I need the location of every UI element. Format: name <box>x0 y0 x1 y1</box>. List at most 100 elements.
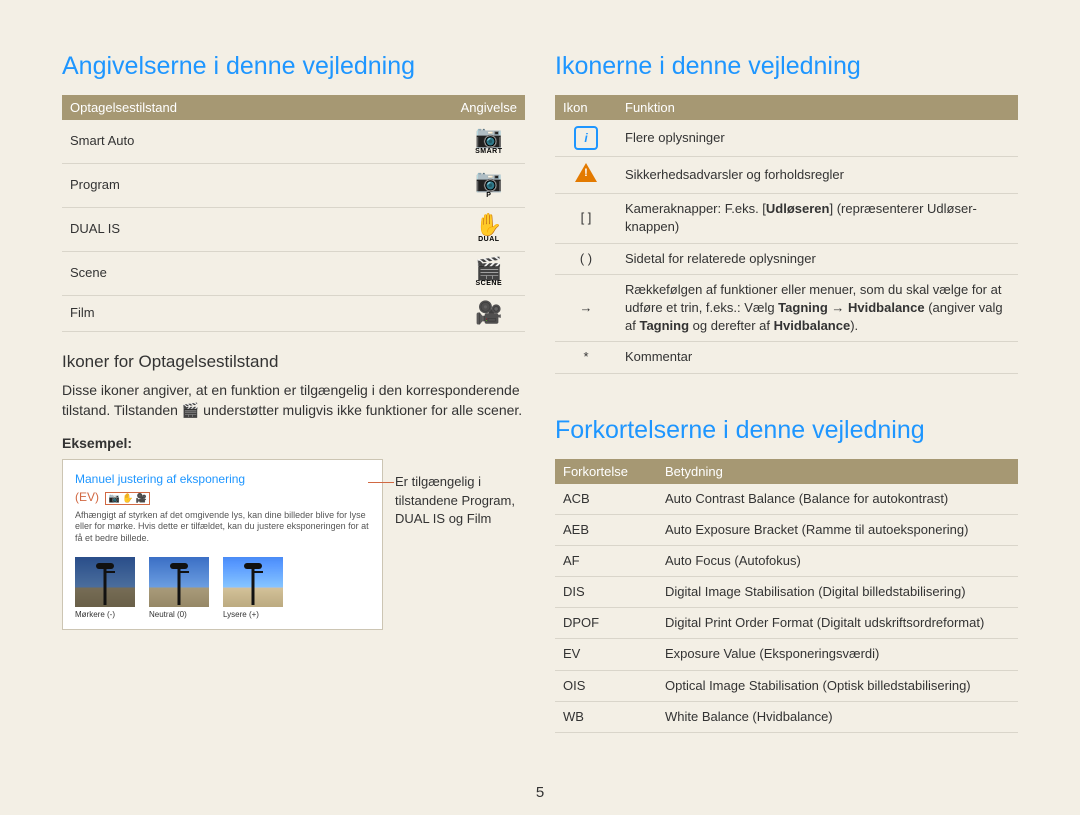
mode-icons-body: Disse ikoner angiver, at en funktion er … <box>62 380 525 421</box>
table-row: ( ) Sidetal for relaterede oplysninger <box>555 243 1018 274</box>
camera-smart-icon: 📷SMART <box>453 120 525 163</box>
abbr-short: WB <box>555 701 657 732</box>
abbr-short: EV <box>555 639 657 670</box>
warning-icon <box>575 163 597 182</box>
table-row: Smart Auto📷SMART <box>62 120 525 163</box>
mode-label: DUAL IS <box>62 207 453 251</box>
abbr-short: DIS <box>555 577 657 608</box>
example-block: Manuel justering af eksponering (EV) 📷 ✋… <box>62 459 525 630</box>
abbr-short: OIS <box>555 670 657 701</box>
film-icon: 🎥 <box>453 295 525 331</box>
function-cell: Kommentar <box>617 342 1018 373</box>
mode-label: Scene <box>62 251 453 295</box>
callout-title: Manuel justering af eksponering <box>75 472 245 486</box>
abbr-short: AF <box>555 545 657 576</box>
icon-cell: ( ) <box>555 243 617 274</box>
abbr-meaning: Exposure Value (Eksponeringsværdi) <box>657 639 1018 670</box>
callout-description: Afhængigt af styrken af det omgivende ly… <box>75 510 370 545</box>
thumbnail-image <box>223 557 283 607</box>
manual-page: Angivelserne i denne vejledning Optagels… <box>0 0 1080 815</box>
symbol-icon: * <box>583 349 588 364</box>
thumbnail-caption: Mørkere (-) <box>75 610 135 619</box>
thumbnail-caption: Lysere (+) <box>223 610 283 619</box>
function-cell: Sikkerhedsadvarsler og forholdsregler <box>617 157 1018 194</box>
icon-cell: * <box>555 342 617 373</box>
table-row: DUAL IS✋DUAL <box>62 207 525 251</box>
table-row: Program📷P <box>62 163 525 207</box>
left-column: Angivelserne i denne vejledning Optagels… <box>62 52 525 733</box>
abbr-short: ACB <box>555 484 657 515</box>
function-cell: Flere oplysninger <box>617 120 1018 157</box>
abbr-short: DPOF <box>555 608 657 639</box>
abbr-heading: Forkortelserne i denne vejledning <box>555 416 1018 445</box>
callout-header: Manuel justering af eksponering (EV) 📷 ✋… <box>75 470 370 506</box>
symbol-icon: → <box>580 300 593 315</box>
page-number: 5 <box>0 784 1080 801</box>
abbr-meaning: Digital Image Stabilisation (Digital bil… <box>657 577 1018 608</box>
callout-mode-icons: 📷 ✋ 🎥 <box>105 492 150 505</box>
function-cell: Sidetal for relaterede oplysninger <box>617 243 1018 274</box>
icons-heading: Ikonerne i denne vejledning <box>555 52 1018 81</box>
thumbnail-caption: Neutral (0) <box>149 610 209 619</box>
info-icon: i <box>574 126 598 150</box>
mode-icons-subheading: Ikoner for Optagelsestilstand <box>62 352 525 372</box>
right-column: Ikonerne i denne vejledning Ikon Funktio… <box>555 52 1018 733</box>
col-header-mode: Optagelsestilstand <box>62 95 453 120</box>
indications-heading: Angivelserne i denne vejledning <box>62 52 525 81</box>
exposure-thumbnail: Mørkere (-) <box>75 557 135 619</box>
callout-leader-line <box>368 482 394 483</box>
function-cell: Rækkefølgen af funktioner eller menuer, … <box>617 274 1018 342</box>
table-row: OISOptical Image Stabilisation (Optisk b… <box>555 670 1018 701</box>
abbr-meaning: White Balance (Hvidbalance) <box>657 701 1018 732</box>
table-row: * Kommentar <box>555 342 1018 373</box>
dual-is-icon: ✋DUAL <box>453 207 525 251</box>
abbr-meaning: Auto Focus (Autofokus) <box>657 545 1018 576</box>
table-row: Scene🎬SCENE <box>62 251 525 295</box>
two-column-layout: Angivelserne i denne vejledning Optagels… <box>62 52 1018 733</box>
col-header-indication: Angivelse <box>453 95 525 120</box>
symbol-icon: [ ] <box>581 210 592 225</box>
table-row: AEBAuto Exposure Bracket (Ramme til auto… <box>555 514 1018 545</box>
example-label: Eksempel: <box>62 435 525 451</box>
col-header-icon: Ikon <box>555 95 617 120</box>
icon-cell: i <box>555 120 617 157</box>
abbr-meaning: Optical Image Stabilisation (Optisk bill… <box>657 670 1018 701</box>
table-row: EVExposure Value (Eksponeringsværdi) <box>555 639 1018 670</box>
example-callout: Manuel justering af eksponering (EV) 📷 ✋… <box>62 459 383 630</box>
mode-label: Smart Auto <box>62 120 453 163</box>
col-header-meaning: Betydning <box>657 459 1018 484</box>
icon-cell: → <box>555 274 617 342</box>
exposure-thumbnails: Mørkere (-) Neutral (0) Lysere (+) <box>75 557 370 619</box>
callout-ev: (EV) <box>75 490 99 504</box>
scene-icon: 🎬SCENE <box>453 251 525 295</box>
table-row: AFAuto Focus (Autofokus) <box>555 545 1018 576</box>
thumbnail-image <box>149 557 209 607</box>
col-header-function: Funktion <box>617 95 1018 120</box>
table-row: Film🎥 <box>62 295 525 331</box>
table-row: WBWhite Balance (Hvidbalance) <box>555 701 1018 732</box>
table-row: Sikkerhedsadvarsler og forholdsregler <box>555 157 1018 194</box>
abbr-meaning: Auto Contrast Balance (Balance for autok… <box>657 484 1018 515</box>
table-row: DPOFDigital Print Order Format (Digitalt… <box>555 608 1018 639</box>
shooting-mode-table: Optagelsestilstand Angivelse Smart Auto📷… <box>62 95 525 332</box>
abbr-short: AEB <box>555 514 657 545</box>
abbr-meaning: Digital Print Order Format (Digitalt uds… <box>657 608 1018 639</box>
col-header-abbr: Forkortelse <box>555 459 657 484</box>
mode-label: Film <box>62 295 453 331</box>
table-row: → Rækkefølgen af funktioner eller menuer,… <box>555 274 1018 342</box>
icons-table: Ikon Funktion i Flere oplysningerSikkerhe… <box>555 95 1018 374</box>
mode-label: Program <box>62 163 453 207</box>
symbol-icon: ( ) <box>580 251 592 266</box>
thumbnail-image <box>75 557 135 607</box>
callout-aside: Er tilgængelig i tilstandene Program, DU… <box>395 459 525 530</box>
table-row: [ ] Kameraknapper: F.eks. [Udløseren] (re… <box>555 194 1018 243</box>
abbr-table: Forkortelse Betydning ACBAuto Contrast B… <box>555 459 1018 734</box>
abbr-meaning: Auto Exposure Bracket (Ramme til autoeks… <box>657 514 1018 545</box>
exposure-thumbnail: Neutral (0) <box>149 557 209 619</box>
icon-cell <box>555 157 617 194</box>
table-row: ACBAuto Contrast Balance (Balance for au… <box>555 484 1018 515</box>
icon-cell: [ ] <box>555 194 617 243</box>
exposure-thumbnail: Lysere (+) <box>223 557 283 619</box>
table-row: DISDigital Image Stabilisation (Digital … <box>555 577 1018 608</box>
function-cell: Kameraknapper: F.eks. [Udløseren] (repræ… <box>617 194 1018 243</box>
